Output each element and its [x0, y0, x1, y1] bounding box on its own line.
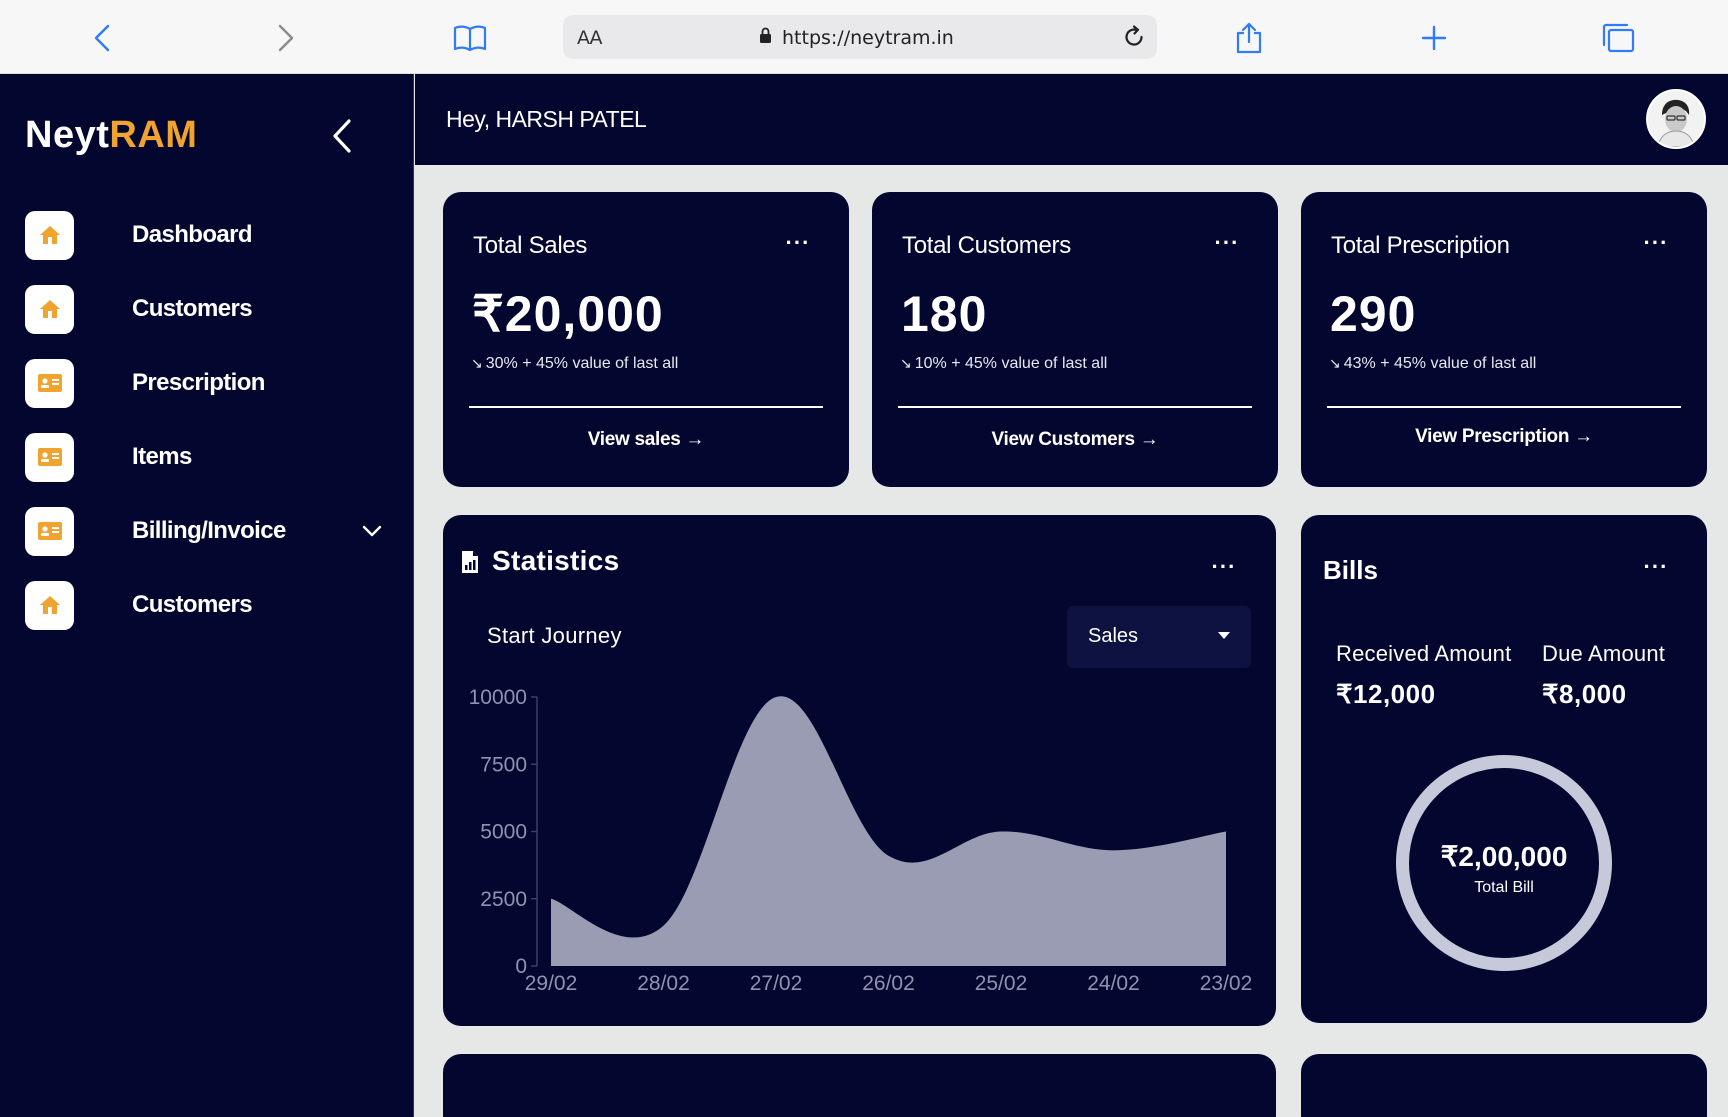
stat-value: ₹20,000	[472, 286, 664, 342]
stat-change: ↘ 30% + 45% value of last all	[471, 355, 679, 372]
more-options-icon[interactable]: ···	[1212, 232, 1242, 258]
greeting-text: Hey, HARSH PATEL	[446, 106, 647, 132]
home-icon	[25, 210, 74, 260]
sidebar-item-dashboard[interactable]: Dashboard	[25, 210, 385, 260]
text-size-button[interactable]: AA	[577, 27, 603, 49]
collapse-sidebar-button[interactable]	[322, 116, 362, 156]
sidebar-item-prescription[interactable]: Prescription	[25, 358, 385, 408]
y-tick-label: 2500	[480, 888, 527, 911]
sales-area-chart: 02500500075001000029/02 28/02 27/02 26/02 25…	[469, 686, 1253, 995]
stat-value: 290	[1330, 286, 1417, 342]
stat-change: ↘ 43% + 45% value of last all	[1329, 355, 1537, 372]
received-amount-value: ₹12,000	[1336, 679, 1436, 709]
sidebar-item-label: Customers	[132, 295, 253, 322]
more-options-icon[interactable]: ···	[783, 232, 813, 258]
sidebar-item-label: Items	[132, 443, 192, 470]
x-tick-label: 28/02	[637, 972, 690, 995]
statistics-card: Statistics ··· Start Journey Sales 0 2500…	[443, 515, 1276, 1026]
chevron-down-icon[interactable]	[359, 518, 385, 544]
id-card-icon	[25, 358, 74, 408]
sidebar-item-label: Billing/Invoice	[132, 517, 286, 544]
sidebar-item-billing-invoice[interactable]: Billing/Invoice	[25, 506, 385, 556]
due-amount-label: Due Amount	[1542, 641, 1666, 666]
x-tick-label: 25/02	[975, 972, 1028, 995]
new-tab-icon[interactable]	[1414, 18, 1454, 58]
view-prescription-link[interactable]: View Prescription →	[1301, 426, 1707, 448]
x-tick-label: 24/02	[1087, 972, 1140, 995]
sidebar-item-label: Dashboard	[132, 221, 253, 248]
x-tick-label: 26/02	[862, 972, 915, 995]
tabs-icon[interactable]	[1598, 18, 1638, 58]
divider	[469, 406, 823, 408]
view-sales-link[interactable]: View sales →	[443, 429, 849, 451]
sidebar-item-customers-2[interactable]: Customers	[25, 580, 385, 630]
x-tick-label: 29/02	[525, 972, 578, 995]
bottom-card-right	[1301, 1054, 1707, 1117]
trend-down-icon: ↘	[900, 355, 912, 371]
sidebar-item-label: Customers	[132, 591, 253, 618]
user-avatar[interactable]	[1646, 89, 1706, 149]
y-tick-label: 10000	[469, 686, 527, 709]
total-bill-value: ₹2,00,000	[1440, 841, 1568, 872]
stat-card-total-prescription: Total Prescription ··· 290 ↘ 43% + 45% va…	[1301, 192, 1707, 487]
chart-area-series	[551, 696, 1226, 966]
address-bar[interactable]: AA https://neytram.in	[563, 15, 1157, 59]
card-title: Total Sales	[473, 232, 588, 259]
browser-toolbar: AA https://neytram.in	[0, 0, 1728, 74]
top-header: Hey, HARSH PATEL	[415, 74, 1728, 165]
stat-card-total-sales: Total Sales ··· ₹20,000 ↘ 30% + 45% value…	[443, 192, 849, 487]
home-icon	[25, 284, 74, 334]
divider	[1327, 406, 1681, 408]
more-options-icon[interactable]: ···	[1641, 232, 1671, 258]
back-icon[interactable]	[82, 18, 122, 58]
trend-down-icon: ↘	[1329, 355, 1341, 371]
home-icon	[25, 580, 74, 630]
view-customers-link[interactable]: View Customers →	[872, 429, 1278, 451]
received-amount-label: Received Amount	[1336, 641, 1512, 666]
card-title: Bills	[1323, 555, 1378, 585]
due-amount-value: ₹8,000	[1542, 679, 1627, 709]
id-card-icon	[25, 506, 74, 556]
card-title: Total Prescription	[1331, 232, 1510, 259]
x-tick-label: 27/02	[750, 972, 803, 995]
stat-card-total-customers: Total Customers ··· 180 ↘ 10% + 45% value…	[872, 192, 1278, 487]
stat-change: ↘ 10% + 45% value of last all	[900, 355, 1108, 372]
lock-icon	[759, 27, 772, 49]
brand-logo[interactable]: NeytRAM	[25, 114, 197, 157]
forward-icon[interactable]	[266, 18, 306, 58]
sidebar-item-label: Prescription	[132, 369, 265, 396]
reload-icon[interactable]	[1119, 22, 1149, 52]
total-bill-label: Total Bill	[1474, 879, 1534, 896]
url-text: https://neytram.in	[782, 27, 954, 49]
bottom-card-left	[443, 1054, 1276, 1117]
sidebar: NeytRAM Dashboard Customers Prescription…	[0, 74, 414, 1117]
sidebar-item-customers[interactable]: Customers	[25, 284, 385, 334]
trend-down-icon: ↘	[471, 355, 483, 371]
share-icon[interactable]	[1229, 18, 1269, 58]
card-title: Total Customers	[902, 232, 1071, 259]
id-card-icon	[25, 432, 74, 482]
bills-card: Bills ··· Received Amount ₹12,000 Due Am…	[1301, 515, 1707, 1023]
y-tick-label: 7500	[480, 753, 527, 776]
y-tick-label: 5000	[480, 821, 527, 844]
bookmarks-icon[interactable]	[450, 18, 490, 58]
more-options-icon[interactable]: ···	[1641, 556, 1671, 582]
divider	[898, 406, 1252, 408]
total-bill-ring: ₹2,00,000 Total Bill	[1396, 755, 1612, 971]
sidebar-item-items[interactable]: Items	[25, 432, 385, 482]
x-tick-label: 23/02	[1200, 972, 1253, 995]
stat-value: 180	[901, 286, 988, 342]
